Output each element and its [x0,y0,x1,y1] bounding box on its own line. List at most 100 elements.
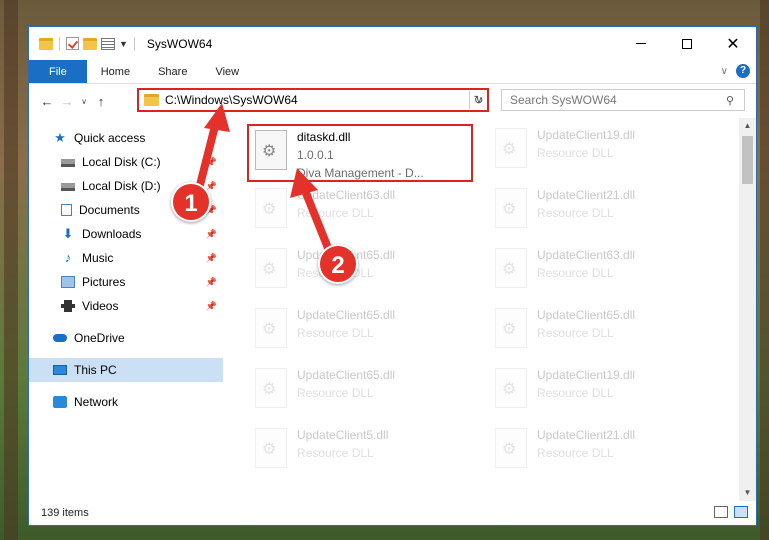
expand-ribbon-icon[interactable]: ∨ [721,66,728,77]
tab-file[interactable]: File [29,60,87,83]
search-icon[interactable]: ⚲ [726,94,744,107]
scroll-up-icon[interactable]: ▲ [739,118,756,134]
navigation-pane: ★ Quick access Local Disk (C:) 📌 Local D… [29,118,223,501]
help-icon[interactable]: ? [736,64,750,78]
disk-icon [61,159,75,167]
maximize-button[interactable] [664,27,710,60]
onedrive-icon [53,334,67,342]
dll-file-icon [255,368,287,408]
file-item[interactable]: UpdateClient19.dll Resource DLL [489,124,709,180]
pin-icon[interactable]: 📌 [206,229,217,240]
file-description: Diva Management - D... [297,166,424,180]
details-view-icon[interactable] [714,506,728,518]
sidebar-item-quick-access[interactable]: ★ Quick access [29,126,223,150]
file-name: UpdateClient19.dll [537,128,636,142]
dll-file-icon [495,428,527,468]
file-item[interactable]: UpdateClient19.dll Resource DLL [489,364,709,420]
minimize-button[interactable] [618,27,664,60]
file-item[interactable]: UpdateClient65.dllResource DLL [249,304,469,360]
file-description: Resource DLL [297,386,374,400]
file-name: UpdateClient63.dll [537,248,636,262]
recent-locations-icon[interactable]: ∨ [77,97,91,106]
file-name: UpdateClient21.dll [537,188,636,202]
file-name: ditaskd.dll [297,130,351,144]
file-item[interactable]: UpdateClient65.dllResource DLL [249,364,469,420]
file-item[interactable]: UpdateClient65.dllResource DLL [249,244,469,300]
sidebar-item-downloads[interactable]: ⬇ Downloads 📌 [29,222,223,246]
pin-icon[interactable]: 📌 [206,253,217,264]
sidebar-item-label: Quick access [74,131,146,145]
sidebar-item-label: Local Disk (D:) [82,179,161,193]
search-input[interactable]: Search SysWOW64 [510,93,726,107]
tab-view[interactable]: View [201,60,253,83]
dll-file-icon [255,130,287,170]
download-icon: ⬇ [62,226,74,241]
chevron-down-icon[interactable]: ▼ [119,39,128,49]
scrollbar-thumb[interactable] [742,136,753,184]
sidebar-item-label: Pictures [82,275,126,289]
pin-icon[interactable]: 📌 [206,301,217,312]
divider [133,36,135,51]
address-bar[interactable]: C:\Windows\SysWOW64 ∨ [137,88,489,112]
dll-file-icon [255,188,287,228]
file-item[interactable]: UpdateClient5.dll Resource DLL [249,424,469,480]
quick-access-toolbar: ▼ [39,36,137,51]
search-box[interactable]: Search SysWOW64 ⚲ [501,89,745,111]
sidebar-item-label: OneDrive [74,331,125,345]
tab-home[interactable]: Home [87,60,144,83]
file-list: ditaskd.dll 1.0.0.1 Diva Management - D.… [225,118,738,501]
sidebar-item-videos[interactable]: Videos 📌 [29,294,223,318]
dll-file-icon [495,368,527,408]
sidebar-item-local-disk-c[interactable]: Local Disk (C:) 📌 [29,150,223,174]
sidebar-item-label: Documents [79,203,140,217]
computer-icon [53,365,67,375]
dll-file-icon [495,128,527,168]
vertical-scrollbar[interactable]: ▲ ▼ [739,118,756,501]
sidebar-item-onedrive[interactable]: OneDrive [29,326,223,350]
disk-icon [61,183,75,191]
new-folder-icon[interactable] [83,37,97,50]
title-bar[interactable]: ▼ SysWOW64 ✕ [29,27,756,60]
close-button[interactable]: ✕ [710,27,756,60]
background-tree [4,0,18,540]
file-item[interactable]: UpdateClient21.dll Resource DLL [489,424,709,480]
dll-file-icon [255,428,287,468]
dll-file-icon [495,248,527,288]
file-description: Resource DLL [537,146,614,160]
address-path[interactable]: C:\Windows\SysWOW64 [165,93,471,107]
file-item[interactable]: UpdateClient63.dll Resource DLL [249,184,469,240]
back-arrow-icon[interactable]: ← [37,94,57,109]
forward-arrow-icon[interactable]: → [57,94,77,109]
sidebar-item-this-pc[interactable]: This PC [29,358,223,382]
large-icons-view-icon[interactable] [734,506,748,518]
file-description: Resource DLL [297,446,374,460]
sidebar-item-pictures[interactable]: Pictures 📌 [29,270,223,294]
properties-check-icon[interactable] [66,37,79,50]
pin-icon[interactable]: 📌 [206,277,217,288]
file-item[interactable]: UpdateClient65.dllResource DLL [489,304,709,360]
navigation-bar: ← → ∨ ↑ C:\Windows\SysWOW64 ∨ ↻ Search S… [29,84,756,118]
rename-icon[interactable] [101,37,115,50]
file-name: UpdateClient5.dll [297,428,389,442]
pin-icon[interactable]: 📌 [206,157,217,168]
status-bar: 139 items [29,501,756,525]
sidebar-item-label: This PC [74,363,117,377]
file-description: Resource DLL [537,446,614,460]
file-item[interactable]: UpdateClient63.dll Resource DLL [489,244,709,300]
sidebar-item-network[interactable]: Network [29,390,223,414]
sidebar-item-music[interactable]: ♪ Music 📌 [29,246,223,270]
file-item-highlighted[interactable]: ditaskd.dll 1.0.0.1 Diva Management - D.… [247,124,473,182]
dll-file-icon [255,248,287,288]
callout-badge-1: 1 [171,182,211,222]
explorer-window: ▼ SysWOW64 ✕ File Home Share View ∨ ? ← … [28,26,757,526]
dll-file-icon [495,308,527,348]
tab-share[interactable]: Share [144,60,201,83]
scroll-down-icon[interactable]: ▼ [739,485,756,501]
refresh-icon[interactable]: ↻ [469,91,487,109]
file-item[interactable]: UpdateClient21.dll Resource DLL [489,184,709,240]
dll-file-icon [255,308,287,348]
close-icon: ✕ [726,35,740,53]
up-arrow-icon[interactable]: ↑ [91,94,111,109]
maximize-icon [682,38,692,49]
ribbon-tabs: File Home Share View ∨ ? [29,60,756,84]
